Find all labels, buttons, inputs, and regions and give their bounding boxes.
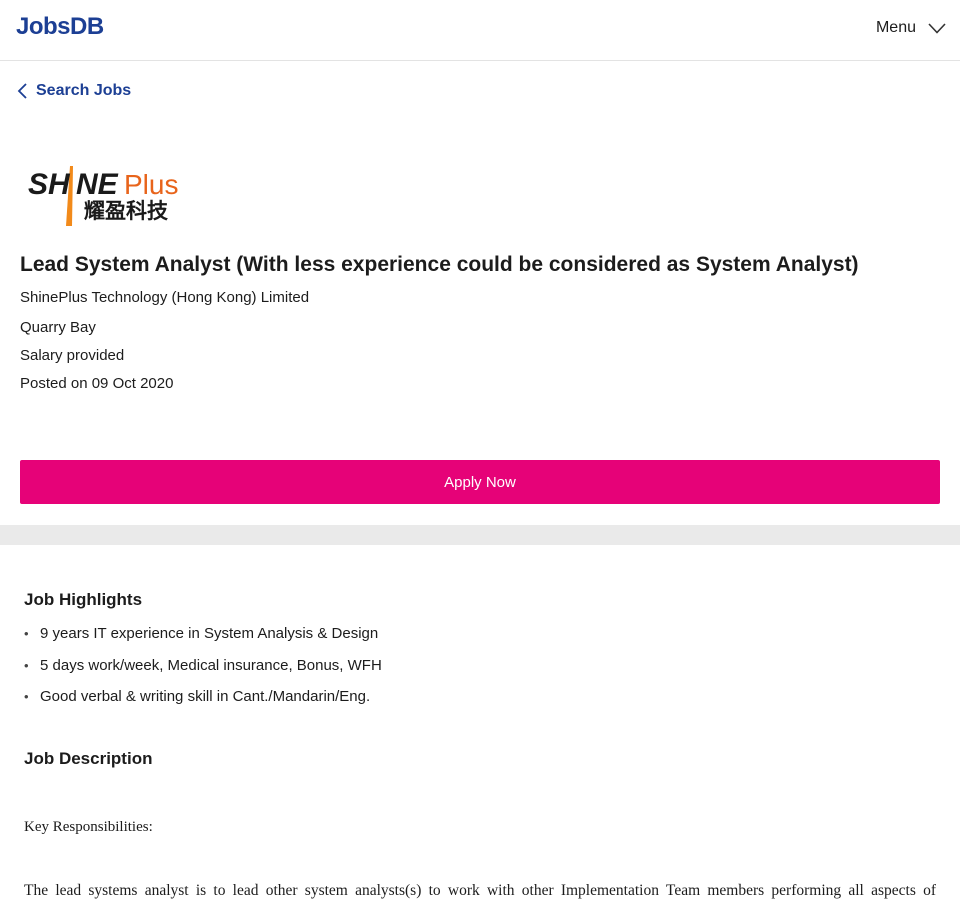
svg-text:耀盈科技: 耀盈科技 <box>84 199 169 223</box>
chevron-left-icon <box>17 83 27 99</box>
job-title: Lead System Analyst (With less experienc… <box>20 253 859 276</box>
menu-button[interactable]: Menu <box>876 19 946 37</box>
bullet-icon: • <box>24 626 29 641</box>
job-location: Quarry Bay <box>20 319 96 336</box>
highlight-text: 5 days work/week, Medical insurance, Bon… <box>40 656 382 674</box>
svg-text:SH: SH <box>28 168 71 201</box>
highlight-item: • Good verbal & writing skill in Cant./Ma… <box>24 687 382 719</box>
job-highlights-list: • 9 years IT experience in System Analysi… <box>24 624 382 719</box>
key-responsibilities-label: Key Responsibilities: <box>24 819 153 835</box>
svg-text:NE: NE <box>76 168 119 201</box>
highlight-item: • 9 years IT experience in System Analysi… <box>24 624 382 656</box>
bullet-icon: • <box>24 657 29 673</box>
bullet-icon: • <box>24 689 29 704</box>
job-salary: Salary provided <box>20 347 125 364</box>
job-highlights-heading: Job Highlights <box>24 590 143 609</box>
menu-label: Menu <box>875 19 916 36</box>
description-paragraph: The lead systems analyst is to lead othe… <box>24 882 936 899</box>
section-divider <box>0 525 960 545</box>
back-label: Search Jobs <box>36 82 132 99</box>
apply-now-button[interactable]: Apply Now <box>20 460 940 504</box>
svg-text:Plus: Plus <box>124 169 178 200</box>
company-name[interactable]: ShinePlus Technology (Hong Kong) Limited <box>20 289 309 306</box>
chevron-down-icon <box>928 22 946 34</box>
highlight-text: 9 years IT experience in System Analysis… <box>40 625 379 642</box>
posted-date: Posted on 09 Oct 2020 <box>20 375 174 392</box>
highlight-text: Good verbal & writing skill in Cant./Man… <box>40 688 371 705</box>
back-to-search-link[interactable]: Search Jobs <box>16 82 131 100</box>
highlight-item: • 5 days work/week, Medical insurance, Bo… <box>24 656 382 688</box>
jobsdb-logo[interactable]: JobsDB <box>16 13 104 41</box>
top-header: JobsDB Menu <box>0 0 960 61</box>
company-logo[interactable]: SH NE Plus 耀盈科技 <box>26 146 194 228</box>
job-description-heading: Job Description <box>24 749 153 768</box>
